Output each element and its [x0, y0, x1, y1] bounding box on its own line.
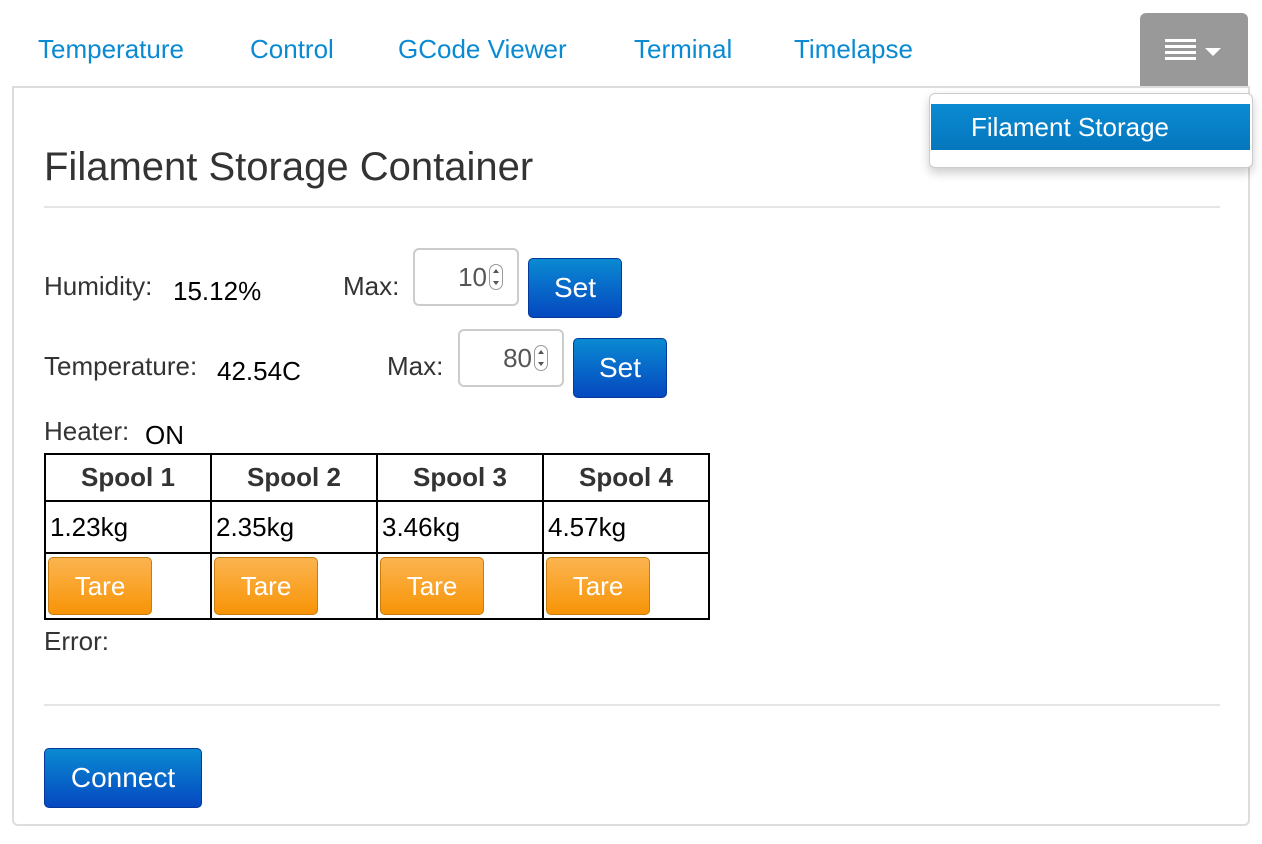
tab-gcode-viewer[interactable]: GCode Viewer [398, 34, 567, 65]
number-spinner-icon[interactable] [489, 264, 503, 290]
more-menu-toggle[interactable] [1140, 13, 1248, 88]
number-spinner-icon[interactable] [534, 345, 548, 371]
humidity-label: Humidity: [44, 271, 153, 301]
temperature-max-value: 80 [503, 343, 532, 373]
page-title: Filament Storage Container [44, 145, 534, 189]
spool-weight: 3.46kg [376, 500, 544, 554]
more-menu-dropdown: Filament Storage [929, 93, 1253, 168]
spool-weight: 2.35kg [210, 500, 378, 554]
tab-control[interactable]: Control [250, 34, 334, 65]
spool-weight: 1.23kg [44, 500, 212, 554]
set-temperature-button[interactable]: Set [573, 338, 667, 398]
connect-button[interactable]: Connect [44, 748, 202, 808]
temperature-value: 42.54C [217, 356, 301, 386]
spool-header-row: Spool 1 Spool 2 Spool 3 Spool 4 [44, 453, 710, 502]
tab-temperature[interactable]: Temperature [38, 34, 184, 65]
humidity-max-label: Max: [343, 271, 400, 301]
error-label: Error: [44, 626, 109, 656]
spool-header: Spool 1 [44, 453, 212, 502]
footer-divider [44, 704, 1220, 706]
tab-timelapse[interactable]: Timelapse [794, 34, 913, 65]
tare-spool-4-button[interactable]: Tare [546, 557, 650, 615]
temperature-max-label: Max: [387, 351, 444, 381]
temperature-label: Temperature: [44, 351, 198, 381]
spool-tare-row: Tare Tare Tare Tare [44, 552, 710, 620]
tare-spool-3-button[interactable]: Tare [380, 557, 484, 615]
tare-spool-1-button[interactable]: Tare [48, 557, 152, 615]
spool-weight: 4.57kg [542, 500, 710, 554]
tab-bar: Temperature Control GCode Viewer Termina… [0, 0, 1262, 88]
tare-spool-2-button[interactable]: Tare [214, 557, 318, 615]
spool-header: Spool 3 [376, 453, 544, 502]
tab-terminal[interactable]: Terminal [634, 34, 732, 65]
humidity-max-input[interactable]: 10 [413, 248, 519, 306]
set-humidity-button[interactable]: Set [528, 258, 622, 318]
menu-list-icon [1165, 39, 1196, 61]
spool-table: Spool 1 Spool 2 Spool 3 Spool 4 1.23kg 2… [44, 453, 710, 620]
temperature-max-input[interactable]: 80 [458, 329, 564, 387]
title-divider [44, 206, 1220, 208]
humidity-max-value: 10 [458, 262, 487, 292]
caret-down-icon [1205, 48, 1221, 56]
menu-item-filament-storage[interactable]: Filament Storage [931, 104, 1250, 150]
spool-weight-row: 1.23kg 2.35kg 3.46kg 4.57kg [44, 500, 710, 554]
spool-header: Spool 4 [542, 453, 710, 502]
heater-status: ON [145, 420, 184, 450]
humidity-value: 15.12% [173, 276, 262, 306]
heater-label: Heater: [44, 416, 130, 446]
spool-header: Spool 2 [210, 453, 378, 502]
